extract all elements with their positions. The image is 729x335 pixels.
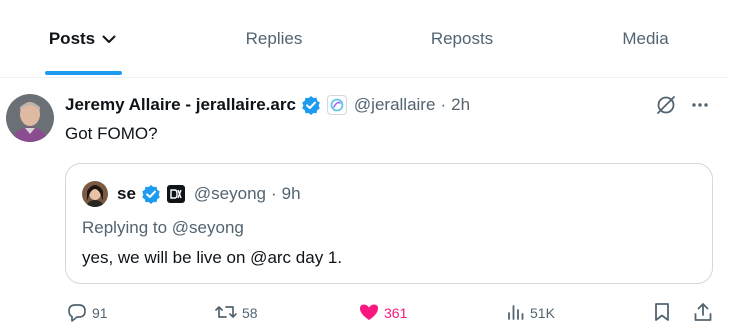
author-handle[interactable]: @jerallaire — [354, 95, 436, 115]
reply-icon — [66, 301, 88, 326]
author-avatar[interactable] — [6, 94, 54, 142]
arc-logo-icon[interactable] — [326, 95, 347, 115]
like-button[interactable]: 361 — [358, 300, 407, 326]
quoted-post-header: se @seyong · 9h — [117, 184, 301, 204]
share-button[interactable] — [692, 300, 714, 326]
profile-tabs: Posts Replies Reposts Media — [0, 0, 729, 78]
verified-badge-icon — [141, 184, 161, 204]
bookmark-icon — [652, 301, 672, 326]
quoted-post-text: yes, we will be live on @arc day 1. — [82, 248, 343, 267]
tab-replies[interactable]: Replies — [214, 0, 334, 78]
more-options-icon[interactable] — [691, 96, 709, 119]
replying-to-text: Replying to @seyong — [82, 218, 244, 237]
reply-count: 91 — [92, 305, 108, 321]
quoted-author-name: se — [117, 184, 136, 203]
tab-media[interactable]: Media — [588, 0, 703, 78]
quoted-post[interactable]: se @seyong · 9h Replying to @seyong yes,… — [65, 163, 713, 284]
tab-posts[interactable]: Posts — [28, 0, 138, 78]
repost-icon — [214, 301, 238, 326]
post-timestamp[interactable]: 2h — [451, 95, 470, 115]
repost-button[interactable]: 58 — [214, 300, 258, 326]
view-count: 51K — [530, 305, 555, 321]
quoted-post-timestamp: 9h — [281, 184, 301, 203]
author-name[interactable]: Jeremy Allaire - jerallaire.arc — [65, 95, 296, 115]
tab-reposts[interactable]: Reposts — [402, 0, 522, 78]
tab-media-label: Media — [622, 29, 669, 48]
repost-count: 58 — [242, 305, 258, 321]
post-header-actions — [655, 94, 709, 121]
analytics-icon — [506, 302, 526, 325]
verified-badge-icon[interactable] — [301, 95, 321, 115]
grok-icon[interactable] — [655, 94, 677, 121]
bookmark-button[interactable] — [652, 300, 672, 326]
share-icon — [692, 301, 714, 326]
tab-posts-label: Posts — [48, 29, 96, 48]
post-text: Got FOMO? — [65, 124, 158, 143]
separator-dot: · — [440, 95, 447, 114]
reply-button[interactable]: 91 — [66, 300, 108, 326]
active-tab-indicator — [45, 71, 122, 75]
quoted-author-avatar — [82, 181, 108, 207]
post-header: Jeremy Allaire - jerallaire.arc @jeralla… — [65, 94, 470, 116]
chevron-down-icon — [101, 31, 117, 47]
dx-badge-icon — [166, 185, 185, 203]
tab-reposts-label: Reposts — [430, 29, 494, 48]
heart-filled-icon — [358, 301, 380, 326]
tab-replies-label: Replies — [245, 29, 303, 48]
post-action-bar: 91 58 361 51K — [0, 300, 729, 326]
separator-dot: · — [271, 184, 277, 203]
views-button[interactable]: 51K — [506, 300, 555, 326]
quoted-author-handle: @seyong — [193, 184, 266, 203]
like-count: 361 — [384, 305, 408, 321]
